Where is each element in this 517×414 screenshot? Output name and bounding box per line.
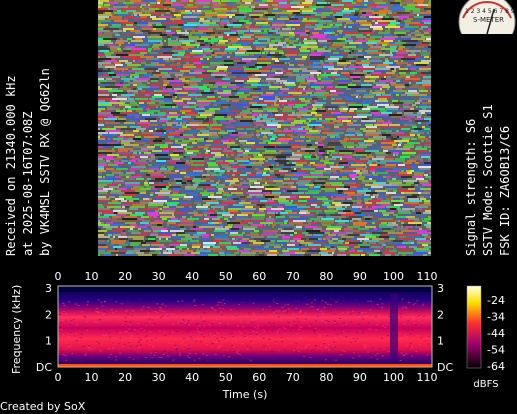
- x-tick-top-label: 70: [286, 270, 300, 283]
- colorbar-ticks: -24 -34 -44 -54 -64: [487, 294, 505, 373]
- y-tick-right-label: 3: [437, 282, 444, 295]
- sstv-noise-canvas: [98, 0, 431, 256]
- y-tick-right-label: 2: [437, 308, 444, 321]
- colorbar: [466, 285, 482, 369]
- colorbar-tick-label: -24: [487, 294, 505, 307]
- y-tick-right-label: DC: [437, 361, 453, 374]
- x-tick-bottom-label: 10: [85, 371, 99, 384]
- sstv-decoded-image: [98, 0, 431, 256]
- x-tick-top-label: 50: [219, 270, 233, 283]
- x-tick-bottom-label: 100: [383, 371, 404, 384]
- s-meter-gauge: 1 2 3 4 5 6 7 8 9 S-METER: [457, 0, 517, 51]
- colorbar-tick-label: -64: [487, 360, 505, 373]
- x-tick-bottom-label: 60: [252, 371, 266, 384]
- x-tick-bottom-label: 70: [286, 371, 300, 384]
- colorbar-tick-label: -34: [487, 311, 505, 324]
- x-tick-bottom-label: 90: [353, 371, 367, 384]
- y-axis-left-ticks: DC 1 2 3: [36, 282, 52, 374]
- y-axis-right-ticks: DC 1 2 3: [437, 282, 453, 374]
- x-tick-bottom-label: 80: [319, 371, 333, 384]
- receive-info-line3: by VK4MSL SSTV RX @ QG62ln: [38, 68, 52, 256]
- x-tick-bottom-label: 40: [185, 371, 199, 384]
- x-tick-top-label: 40: [185, 270, 199, 283]
- x-tick-top-label: 10: [85, 270, 99, 283]
- signal-info-line2: SSTV Mode: Scottie S1: [481, 104, 495, 256]
- x-tick-top-label: 30: [152, 270, 166, 283]
- x-tick-bottom-label: 30: [152, 371, 166, 384]
- x-tick-top-label: 60: [252, 270, 266, 283]
- y-tick-left-label: 2: [45, 308, 52, 321]
- x-tick-top-label: 90: [353, 270, 367, 283]
- x-tick-top-label: 110: [417, 270, 438, 283]
- spectrogram-panel: 0 10 20 30 40 50 60 70 80 90 100 110 0 10 20 30 40 50 60 7…: [0, 264, 517, 404]
- y-tick-right-label: 1: [437, 335, 444, 348]
- colorbar-tick-label: -44: [487, 327, 505, 340]
- x-tick-top-label: 100: [383, 270, 404, 283]
- x-tick-bottom-label: 20: [118, 371, 132, 384]
- x-tick-top-label: 20: [118, 270, 132, 283]
- x-axis-top-ticks: 0 10 20 30 40 50 60 70 80 90 100 110: [55, 270, 438, 283]
- x-axis-bottom-ticks: 0 10 20 30 40 50 60 70 80 90 100 110: [55, 371, 438, 384]
- colorbar-unit: dBFS: [473, 379, 498, 390]
- receive-info-line2: at 2025-08-16T07:08Z: [21, 111, 35, 257]
- y-tick-left-label: DC: [36, 361, 52, 374]
- x-tick-bottom-label: 0: [55, 371, 62, 384]
- signal-info-line1: Signal strength: S6: [464, 118, 478, 256]
- footer-credit: Created by SoX: [0, 400, 86, 413]
- signal-info-line3: FSK ID: ZA6OB13/C6: [498, 125, 512, 256]
- spectrogram-plot: [57, 285, 433, 368]
- x-tick-bottom-label: 50: [219, 371, 233, 384]
- x-tick-bottom-label: 110: [417, 371, 438, 384]
- x-tick-top-label: 0: [55, 270, 62, 283]
- y-tick-left-label: 1: [45, 335, 52, 348]
- s-meter-label: S-METER: [473, 16, 504, 24]
- y-tick-left-label: 3: [45, 282, 52, 295]
- s-meter-scale: 1 2 3 4 5 6 7 8 9: [465, 8, 515, 15]
- x-tick-top-label: 80: [319, 270, 333, 283]
- y-axis-label: Frequency (kHz): [10, 285, 23, 374]
- receive-info-line1: Received on 21340.000 kHz: [4, 75, 18, 256]
- colorbar-tick-label: -54: [487, 344, 505, 357]
- x-axis-label: Time (s): [222, 388, 268, 400]
